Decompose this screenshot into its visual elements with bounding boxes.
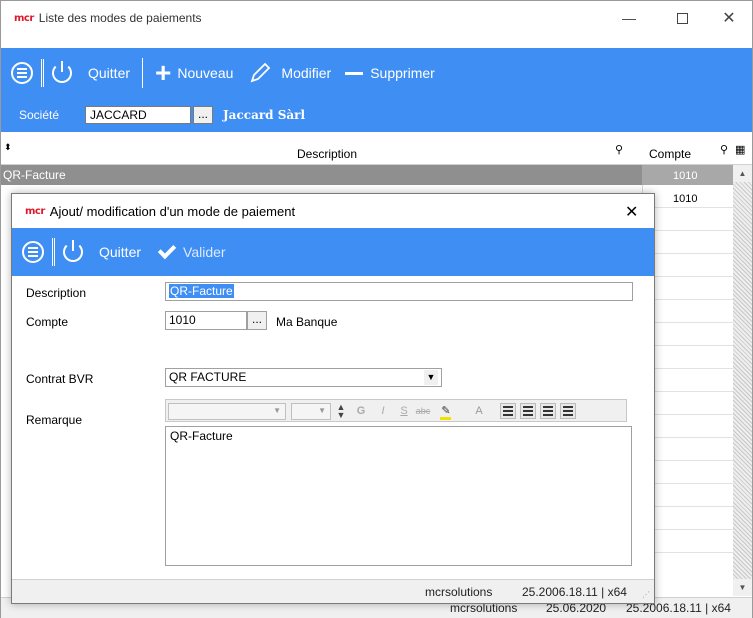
- row-account: 1010: [673, 193, 698, 205]
- filter-icon[interactable]: ⚲: [615, 143, 623, 156]
- menu-button[interactable]: [11, 48, 33, 98]
- toolbar-divider: [41, 59, 44, 87]
- toolbar-divider: [142, 58, 144, 88]
- menu-icon: [11, 62, 33, 84]
- col-account[interactable]: Compte: [649, 147, 691, 161]
- underline-button[interactable]: S: [396, 403, 412, 419]
- main-toolbar: Quitter + Nouveau Modifier Supprimer: [1, 48, 752, 98]
- contract-value: QR FACTURE: [169, 370, 247, 384]
- font-color-button[interactable]: A: [471, 403, 487, 419]
- dialog-close-icon[interactable]: ✕: [625, 202, 638, 222]
- vertical-scrollbar[interactable]: ▲ ▼: [733, 165, 752, 596]
- quit-label: Quitter: [88, 65, 131, 81]
- edit-button[interactable]: Modifier: [249, 48, 331, 98]
- dialog-statusbar: mcrsolutions 25.2006.18.11 | x64 ⋰: [12, 579, 654, 603]
- scroll-down-icon[interactable]: ▼: [733, 579, 752, 596]
- description-label: Description: [26, 286, 87, 300]
- dialog-logo: mcr: [25, 205, 45, 217]
- scroll-up-icon[interactable]: ▲: [733, 165, 752, 182]
- font-name-select[interactable]: ▼: [168, 403, 286, 420]
- description-input[interactable]: QR-Facture: [165, 282, 633, 301]
- dropdown-arrow-icon[interactable]: ▼: [424, 370, 438, 385]
- validate-label: Valider: [183, 244, 226, 260]
- remark-editor[interactable]: QR-Facture: [165, 426, 632, 566]
- app-logo: mcr: [14, 12, 34, 24]
- delete-label: Supprimer: [370, 65, 435, 81]
- contract-label: Contrat BVR: [26, 372, 94, 386]
- filter-icon[interactable]: ⚲: [720, 143, 728, 156]
- quit-button[interactable]: Quitter: [52, 48, 130, 98]
- pencil-icon: [250, 62, 271, 83]
- company-code-input[interactable]: JACCARD: [85, 106, 191, 124]
- dialog-status-version: 25.2006.18.11 | x64: [522, 585, 627, 599]
- dialog-titlebar: mcr Ajout/ modification d'un mode de pai…: [12, 194, 654, 228]
- align-justify-icon[interactable]: [560, 403, 576, 419]
- main-titlebar: mcr Liste des modes de paiements — ✕: [1, 1, 752, 35]
- account-browse-button[interactable]: ...: [247, 311, 267, 330]
- edit-payment-mode-dialog: mcr Ajout/ modification d'un mode de pai…: [11, 193, 655, 604]
- dialog-menu-button[interactable]: [22, 228, 44, 276]
- close-button[interactable]: ✕: [706, 1, 752, 35]
- edit-label: Modifier: [281, 65, 332, 81]
- contract-select[interactable]: QR FACTURE ▼: [165, 368, 442, 387]
- company-bar: Société JACCARD ... Jaccard Sàrl: [1, 98, 752, 132]
- dialog-quit-button[interactable]: Quitter: [63, 228, 141, 276]
- minimize-button[interactable]: —: [606, 1, 652, 35]
- power-icon: [52, 61, 72, 83]
- sort-icon[interactable]: ⬍: [4, 142, 12, 153]
- dialog-toolbar: Quitter Valider: [12, 228, 654, 276]
- spin-icon[interactable]: ▲ ▼: [333, 403, 349, 420]
- maximize-button[interactable]: [659, 1, 705, 35]
- account-input[interactable]: 1010: [165, 311, 247, 330]
- validate-button[interactable]: Valider: [155, 228, 226, 276]
- align-center-icon[interactable]: [520, 403, 536, 419]
- toolbar-divider: [52, 238, 55, 266]
- table-row[interactable]: QR-Facture: [1, 165, 642, 185]
- remark-label: Remarque: [26, 413, 83, 427]
- dialog-status-user: mcrsolutions: [425, 585, 493, 599]
- highlight-icon[interactable]: ✎: [438, 403, 454, 420]
- font-size-select[interactable]: ▼: [291, 403, 331, 420]
- align-left-icon[interactable]: [500, 403, 516, 419]
- bold-button[interactable]: G: [353, 403, 369, 419]
- grid-header: ⬍ Description ⚲ Compte ⚲ ▦: [1, 141, 752, 165]
- window-title: Liste des modes de paiements: [38, 11, 202, 25]
- account-name: Ma Banque: [276, 315, 338, 329]
- row-description: QR-Facture: [3, 168, 66, 182]
- rich-text-toolbar: ▼ ▼ ▲ ▼ G I S abc ✎ A: [165, 399, 627, 422]
- plus-icon: +: [155, 57, 172, 88]
- close-icon: ✕: [722, 10, 736, 27]
- power-icon: [63, 240, 83, 262]
- minimize-icon: —: [622, 10, 636, 26]
- dialog-quit-label: Quitter: [99, 244, 142, 260]
- maximize-icon: [676, 12, 688, 24]
- align-right-icon[interactable]: [540, 403, 556, 419]
- dialog-title: Ajout/ modification d'un mode de paiemen…: [49, 203, 296, 219]
- new-label: Nouveau: [177, 65, 234, 81]
- company-browse-button[interactable]: ...: [193, 106, 213, 124]
- row-account: 1010: [673, 170, 698, 182]
- strikethrough-button[interactable]: abc: [415, 403, 431, 419]
- delete-button[interactable]: Supprimer: [345, 48, 435, 98]
- menu-icon: [22, 241, 44, 263]
- account-label: Compte: [26, 315, 69, 329]
- company-label: Société: [19, 108, 60, 122]
- column-chooser-icon[interactable]: ▦: [735, 143, 745, 156]
- company-name: Jaccard Sàrl: [223, 108, 306, 122]
- description-value: QR-Facture: [169, 284, 234, 298]
- minus-icon: [345, 71, 364, 75]
- col-description[interactable]: Description: [297, 147, 357, 161]
- check-icon: [157, 240, 177, 260]
- resize-grip-icon[interactable]: ⋰: [642, 590, 650, 599]
- new-button[interactable]: + Nouveau: [155, 48, 233, 98]
- italic-button[interactable]: I: [375, 403, 391, 419]
